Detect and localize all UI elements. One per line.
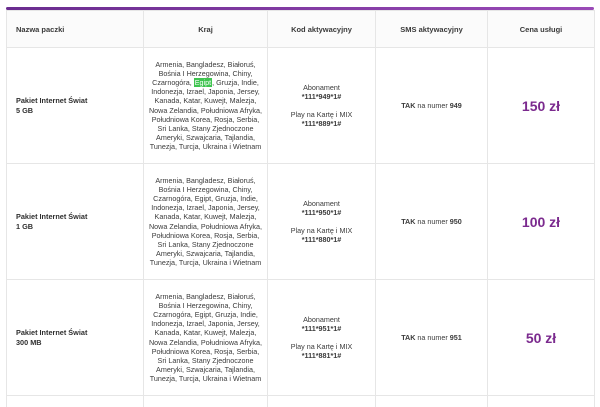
country-list: Armenia, Bangladesz, Białoruś, Bośnia I … (143, 163, 268, 280)
highlighted-country: Egipt (193, 78, 213, 88)
header-country: Kraj (143, 10, 268, 48)
play-label: Play na Kartę i MIX (290, 342, 353, 351)
empty-cell (375, 395, 488, 407)
country-text-after: , Gruzja, Indie, Indonezja, Izrael, Japo… (148, 78, 263, 151)
empty-cell (267, 395, 376, 407)
table-row: Pakiet Internet Świat 1 GB Armenia, Bang… (6, 163, 595, 280)
package-name-line1: Pakiet Internet Świat (16, 95, 88, 105)
empty-cell (143, 395, 268, 407)
price: 100 zł (487, 163, 595, 280)
abonament-label: Abonament (303, 199, 340, 208)
abonament-label: Abonament (303, 83, 340, 92)
sms-number: 951 (449, 333, 462, 342)
package-name-line1: Pakiet Internet Świat (16, 327, 88, 337)
sms-activation: TAK na numer 949 (375, 47, 488, 164)
play-code: *111*881*1# (301, 351, 342, 360)
sms-activation: TAK na numer 951 (375, 279, 488, 396)
sms-tak: TAK (401, 217, 416, 226)
abonament-code: *111*949*1# (301, 92, 342, 101)
play-label: Play na Kartę i MIX (290, 226, 353, 235)
price: 50 zł (487, 279, 595, 396)
table-header: Nazwa paczki Kraj Kod aktywacyjny SMS ak… (6, 10, 595, 48)
packages-table: Nazwa paczki Kraj Kod aktywacyjny SMS ak… (6, 10, 595, 407)
abonament-code: *111*951*1# (301, 324, 342, 333)
table-row-partial (6, 395, 595, 407)
country-list: Armenia, Bangladesz, Białoruś, Bośnia I … (143, 47, 268, 164)
empty-cell (487, 395, 595, 407)
header-package: Nazwa paczki (6, 10, 144, 48)
sms-number: 950 (449, 217, 462, 226)
sms-activation: TAK na numer 950 (375, 163, 488, 280)
header-code: Kod aktywacyjny (267, 10, 376, 48)
header-price: Cena usługi (487, 10, 595, 48)
sms-tak: TAK (401, 333, 416, 342)
top-accent-bar (0, 0, 600, 10)
abonament-label: Abonament (303, 315, 340, 324)
play-code: *111*889*1# (301, 119, 342, 128)
country-list: Armenia, Bangladesz, Białoruś, Bośnia I … (143, 279, 268, 396)
activation-code: Abonament *111*951*1# Play na Kartę i MI… (267, 279, 376, 396)
sms-na-numer: na numer (415, 101, 450, 110)
package-name: Pakiet Internet Świat 300 MB (6, 279, 144, 396)
empty-cell (6, 395, 144, 407)
sms-na-numer: na numer (415, 217, 450, 226)
package-name-line1: Pakiet Internet Świat (16, 211, 88, 221)
activation-code: Abonament *111*950*1# Play na Kartę i MI… (267, 163, 376, 280)
sms-number: 949 (449, 101, 462, 110)
play-label: Play na Kartę i MIX (290, 110, 353, 119)
package-name-line2: 1 GB (16, 221, 34, 231)
sms-na-numer: na numer (415, 333, 450, 342)
page: Nazwa paczki Kraj Kod aktywacyjny SMS ak… (0, 0, 600, 407)
table-row: Pakiet Internet Świat 5 GB Armenia, Bang… (6, 47, 595, 164)
table-row: Pakiet Internet Świat 300 MB Armenia, Ba… (6, 279, 595, 396)
package-name-line2: 300 MB (16, 337, 42, 347)
sms-tak: TAK (401, 101, 416, 110)
play-code: *111*880*1# (301, 235, 342, 244)
activation-code: Abonament *111*949*1# Play na Kartę i MI… (267, 47, 376, 164)
abonament-code: *111*950*1# (301, 208, 342, 217)
package-name: Pakiet Internet Świat 1 GB (6, 163, 144, 280)
package-name: Pakiet Internet Świat 5 GB (6, 47, 144, 164)
price: 150 zł (487, 47, 595, 164)
header-sms: SMS aktywacyjny (375, 10, 488, 48)
package-name-line2: 5 GB (16, 105, 34, 115)
